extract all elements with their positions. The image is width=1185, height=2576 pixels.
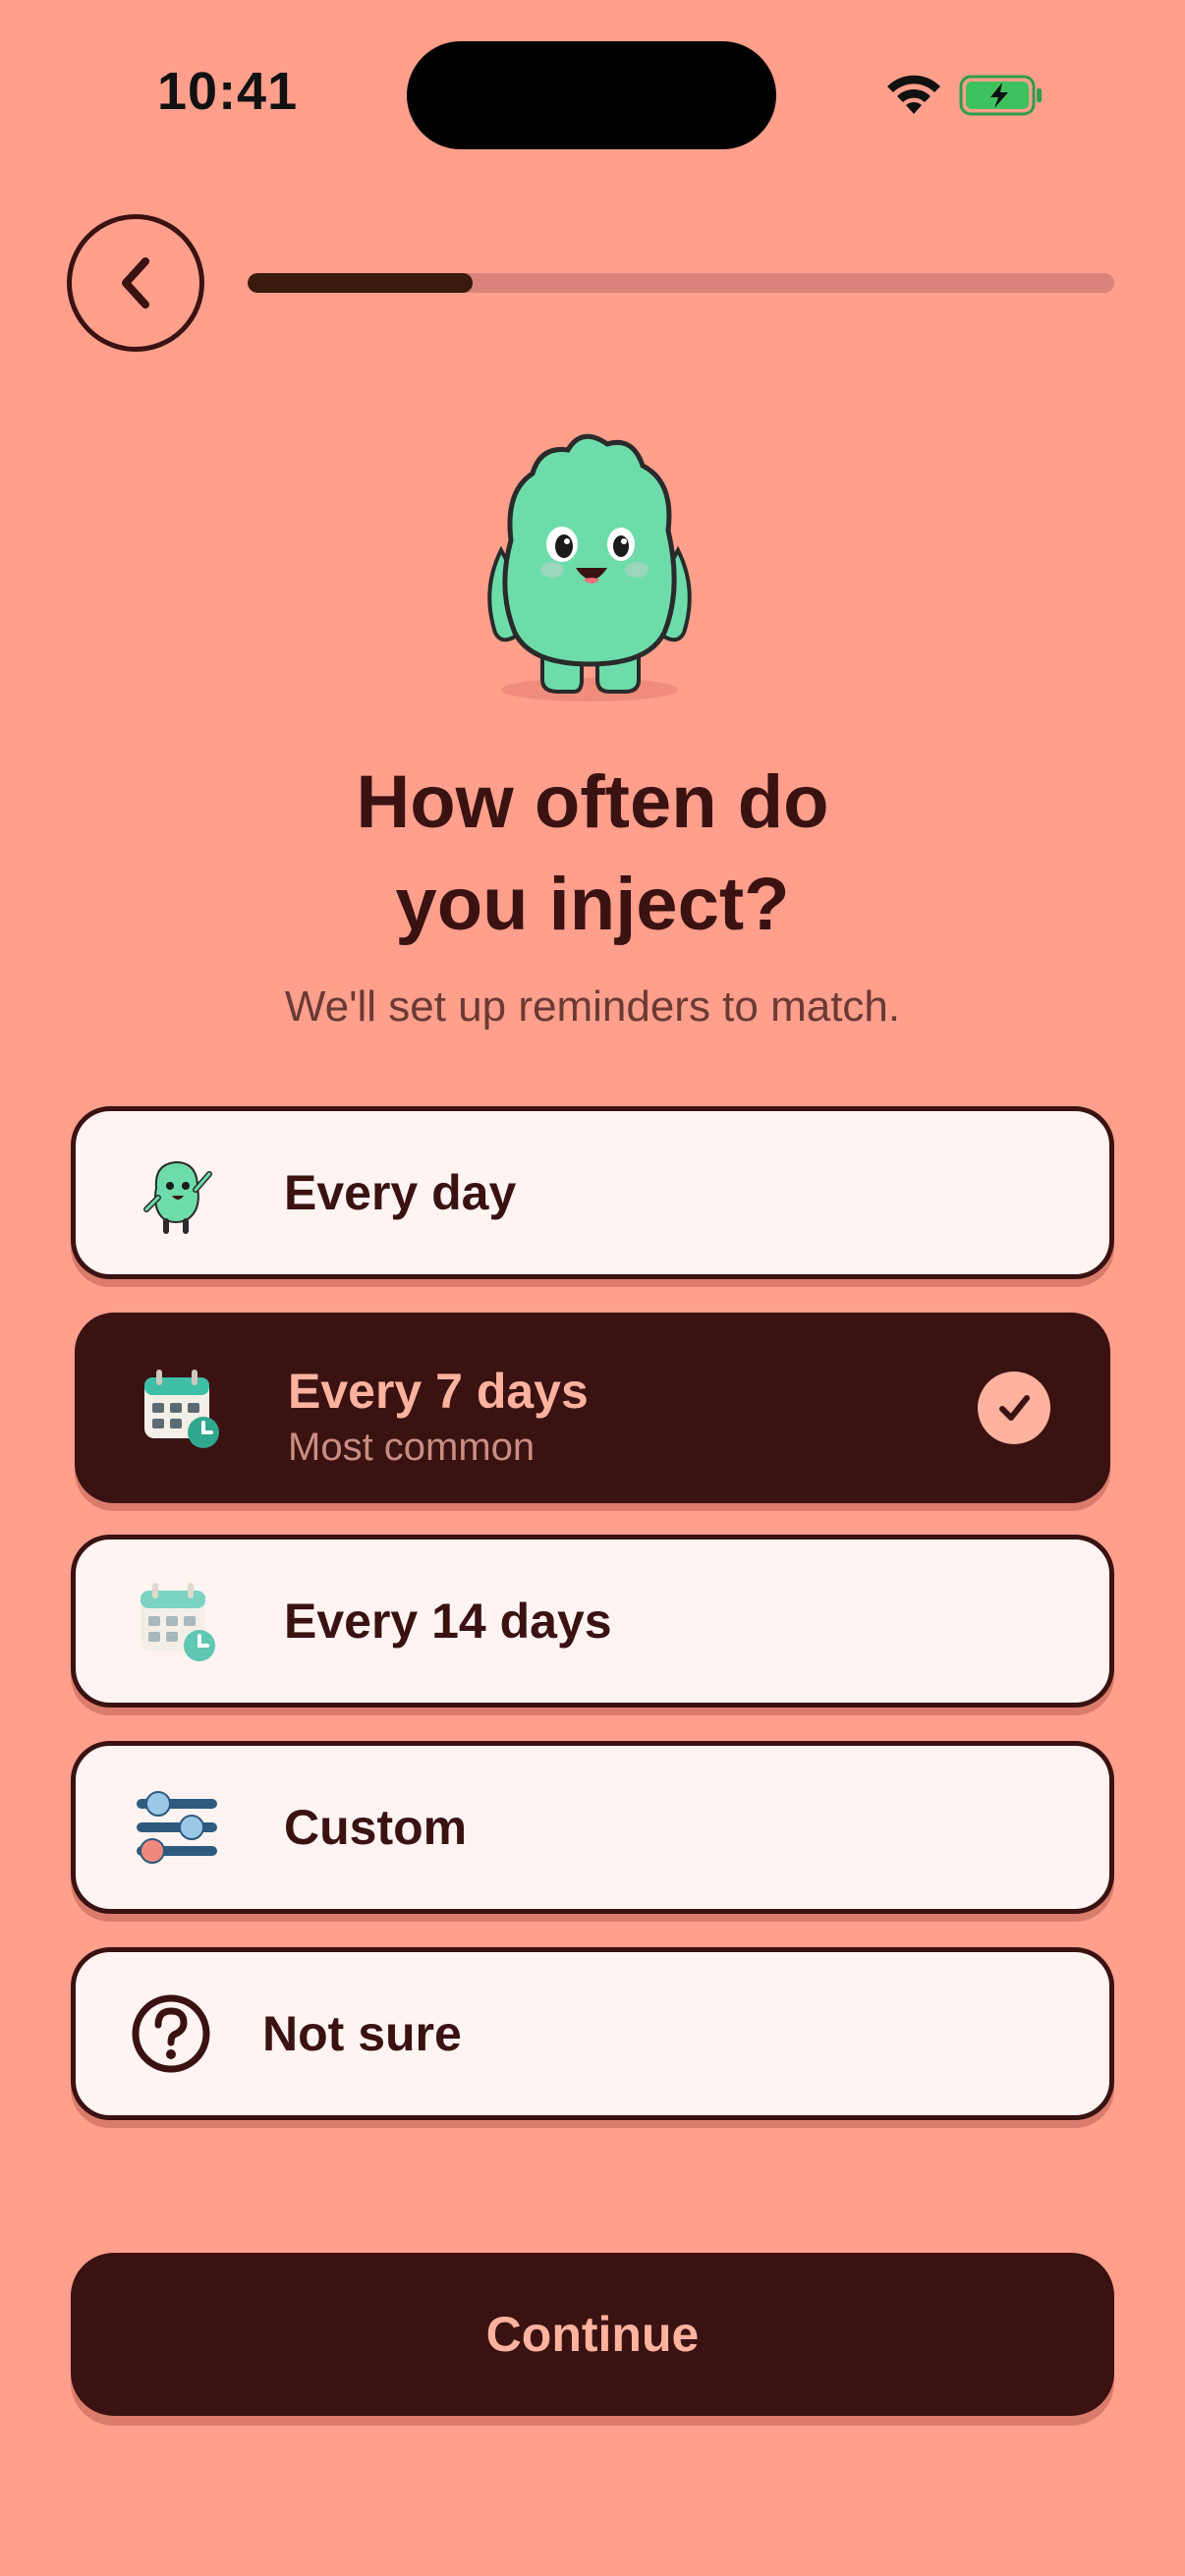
option-label: Every day: [284, 1165, 517, 1220]
option-every-14-days[interactable]: Every 14 days: [71, 1535, 1114, 1708]
option-every-7-days[interactable]: Every 7 days Most common: [75, 1313, 1110, 1503]
question-circle-icon: [132, 1994, 210, 2073]
check-icon: [978, 1372, 1050, 1444]
option-custom[interactable]: Custom: [71, 1741, 1114, 1914]
continue-label: Continue: [485, 2307, 700, 2362]
question-title-line1: How often do: [356, 760, 829, 844]
mascot-illustration: [487, 433, 692, 701]
onboarding-progress-fill: [248, 273, 474, 293]
option-every-day[interactable]: Every day: [71, 1106, 1114, 1279]
chevron-left-icon: [122, 257, 149, 308]
option-sublabel: Most common: [288, 1426, 536, 1469]
option-label: Not sure: [262, 2006, 462, 2061]
mascot-waving-icon: [143, 1160, 212, 1234]
option-label: Every 14 days: [284, 1594, 612, 1649]
question-subtitle: We'll set up reminders to match.: [284, 982, 901, 1031]
calendar-clock-icon: [144, 1370, 219, 1448]
question-title-line2: you inject?: [395, 863, 790, 946]
calendar-clock-icon: [141, 1583, 215, 1661]
dynamic-island: [407, 41, 776, 149]
sliders-icon: [137, 1791, 217, 1864]
option-label: Custom: [284, 1800, 468, 1855]
back-button[interactable]: [67, 214, 204, 352]
option-not-sure[interactable]: Not sure: [71, 1947, 1114, 2120]
continue-button[interactable]: Continue: [71, 2253, 1114, 2416]
option-label: Every 7 days: [288, 1364, 589, 1419]
wifi-icon: [887, 75, 940, 114]
question-title: How often do you inject?: [0, 752, 1185, 956]
battery-icon: [959, 75, 1042, 116]
status-time: 10:41: [157, 62, 299, 121]
onboarding-progress-bar: [248, 273, 1114, 293]
